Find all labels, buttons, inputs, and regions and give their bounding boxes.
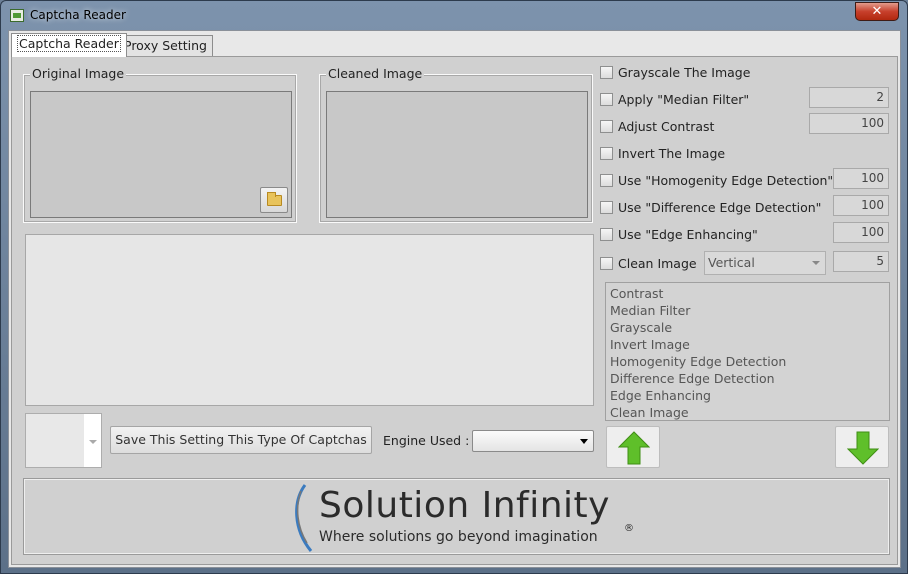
difference-edge-checkbox[interactable] xyxy=(600,201,613,214)
captcha-type-select[interactable] xyxy=(25,413,102,468)
edge-enhancing-label: Use "Edge Enhancing" xyxy=(618,227,758,242)
contrast-value[interactable]: 100 xyxy=(809,113,889,134)
move-up-button[interactable] xyxy=(606,426,660,468)
output-panel xyxy=(25,234,594,406)
original-image-group: Original Image xyxy=(23,67,297,223)
list-item[interactable]: Invert Image xyxy=(606,336,889,353)
list-item[interactable]: Difference Edge Detection xyxy=(606,370,889,387)
difference-edge-label: Use "Difference Edge Detection" xyxy=(618,200,822,215)
chevron-down-icon xyxy=(812,261,820,265)
clean-image-checkbox[interactable] xyxy=(600,257,613,270)
tab-captcha-reader[interactable]: Captcha Reader xyxy=(11,33,127,57)
edge-enhancing-value[interactable]: 100 xyxy=(833,222,889,243)
cleaned-image-group: Cleaned Image xyxy=(319,67,593,223)
folder-icon xyxy=(267,192,282,206)
median-filter-value[interactable]: 2 xyxy=(809,87,889,108)
list-item[interactable]: Homogenity Edge Detection xyxy=(606,353,889,370)
clean-direction-value: Vertical xyxy=(708,255,755,270)
brand-swoosh-icon xyxy=(295,484,313,552)
title-bar[interactable]: Captcha Reader ✕ xyxy=(1,1,907,29)
cleaned-image-label: Cleaned Image xyxy=(326,66,425,81)
difference-edge-value[interactable]: 100 xyxy=(833,195,889,216)
registered-mark: ® xyxy=(624,523,634,534)
list-item[interactable]: Contrast xyxy=(606,285,889,302)
app-icon xyxy=(10,9,24,22)
brand-name: Solution Infinity xyxy=(319,485,610,526)
chevron-down-icon xyxy=(580,439,588,444)
open-image-button[interactable] xyxy=(260,187,288,213)
original-image-box xyxy=(30,91,292,218)
captcha-reader-page: Original Image Cleaned Image Grayscale T… xyxy=(11,56,898,565)
median-filter-checkbox[interactable] xyxy=(600,93,613,106)
list-item[interactable]: Median Filter xyxy=(606,302,889,319)
clean-image-value[interactable]: 5 xyxy=(833,251,889,272)
clean-image-label: Clean Image xyxy=(618,256,697,271)
captcha-type-preview xyxy=(26,414,84,467)
homogenity-edge-value[interactable]: 100 xyxy=(833,168,889,189)
invert-checkbox[interactable] xyxy=(600,147,613,160)
tab-label: Captcha Reader xyxy=(17,35,121,52)
grayscale-label: Grayscale The Image xyxy=(618,65,751,80)
window-title: Captcha Reader xyxy=(30,8,126,22)
engine-select[interactable] xyxy=(472,430,594,452)
list-item[interactable]: Grayscale xyxy=(606,319,889,336)
arrow-down-icon xyxy=(847,431,879,465)
median-filter-label: Apply "Median Filter" xyxy=(618,92,750,107)
app-window: Captcha Reader ✕ Captcha Reader Proxy Se… xyxy=(0,0,908,574)
arrow-up-icon xyxy=(618,431,650,465)
save-setting-button[interactable]: Save This Setting This Type Of Captchas xyxy=(110,426,372,454)
grayscale-checkbox[interactable] xyxy=(600,66,613,79)
chevron-down-icon xyxy=(89,440,97,444)
edge-enhancing-checkbox[interactable] xyxy=(600,228,613,241)
clean-direction-select[interactable]: Vertical xyxy=(704,251,826,275)
homogenity-edge-label: Use "Homogenity Edge Detection" xyxy=(618,173,834,188)
engine-used-label: Engine Used : xyxy=(383,433,470,448)
tab-proxy-setting[interactable]: Proxy Setting xyxy=(118,35,213,57)
homogenity-edge-checkbox[interactable] xyxy=(600,174,613,187)
adjust-contrast-label: Adjust Contrast xyxy=(618,119,715,134)
brand-tagline: Where solutions go beyond imagination xyxy=(319,529,598,545)
client-area: Captcha Reader Proxy Setting Original Im… xyxy=(8,30,901,568)
list-item[interactable]: Edge Enhancing xyxy=(606,387,889,404)
adjust-contrast-checkbox[interactable] xyxy=(600,120,613,133)
list-item[interactable]: Clean Image xyxy=(606,404,889,420)
invert-label: Invert The Image xyxy=(618,146,726,161)
move-down-button[interactable] xyxy=(835,426,889,468)
close-button[interactable]: ✕ xyxy=(855,2,899,21)
original-image-label: Original Image xyxy=(30,66,127,81)
brand-banner: Solution Infinity Where solutions go bey… xyxy=(23,478,890,555)
cleaned-image-box xyxy=(326,91,588,218)
filter-order-list[interactable]: Contrast Median Filter Grayscale Invert … xyxy=(605,282,890,421)
